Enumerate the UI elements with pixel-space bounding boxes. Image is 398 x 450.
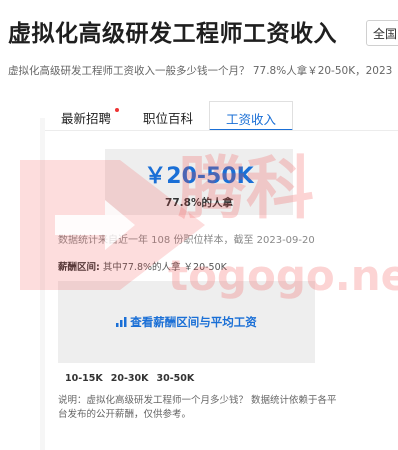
- page-title: 虚拟化高级研发工程师工资收入: [8, 21, 337, 47]
- range-chip[interactable]: 20-30K: [111, 373, 149, 384]
- tab-label: 工资收入: [226, 112, 277, 127]
- view-salary-link-label: 查看薪酬区间与平均工资: [130, 315, 257, 329]
- new-dot-badge: [115, 108, 120, 112]
- tab-latest-jobs[interactable]: 最新招聘: [45, 101, 127, 131]
- tab-job-wiki[interactable]: 职位百科: [127, 101, 209, 131]
- range-chip[interactable]: 30-50K: [157, 373, 195, 384]
- range-chip[interactable]: 10-15K: [65, 373, 103, 384]
- disclaimer-note: 说明：虚拟化高级研发工程师一个月多少钱？ 数据统计依赖于各平台发布的公开薪酬，仅…: [58, 395, 337, 420]
- salary-share-label: 77.8%的人拿: [165, 197, 233, 209]
- page-subtitle: 虚拟化高级研发工程师工资收入一般多少钱一个月？ 77.8%人拿￥20-50K，2…: [8, 65, 393, 77]
- location-button[interactable]: 全国: [366, 20, 398, 46]
- tab-bar: 最新招聘 职位百科 工资收入: [45, 101, 294, 131]
- salary-panel: ￥20-50K 77.8%的人拿 数据统计来自近一年 108 份职位样本，截至 …: [45, 131, 398, 450]
- tab-salary[interactable]: 工资收入: [209, 101, 294, 131]
- view-salary-link[interactable]: 查看薪酬区间与平均工资: [58, 314, 315, 330]
- salary-range-chips: 10-15K 20-30K 30-50K: [65, 373, 194, 384]
- sample-stat-text: 数据统计来自近一年 108 份职位样本，截至 2023-09-20: [58, 235, 315, 246]
- salary-chart-placeholder: 查看薪酬区间与平均工资: [58, 281, 315, 363]
- salary-range-value: ￥20-50K: [144, 164, 254, 189]
- bar-chart-icon: [116, 317, 127, 327]
- tab-label: 职位百科: [143, 111, 194, 126]
- salary-summary-card: ￥20-50K 77.8%的人拿: [105, 149, 293, 215]
- salary-range-line: 薪酬区间: 其中77.8%的人拿 ￥20-50K: [58, 259, 227, 273]
- range-label: 薪酬区间:: [58, 262, 100, 273]
- range-detail: 其中77.8%的人拿 ￥20-50K: [102, 262, 227, 273]
- tab-label: 最新招聘: [61, 111, 112, 126]
